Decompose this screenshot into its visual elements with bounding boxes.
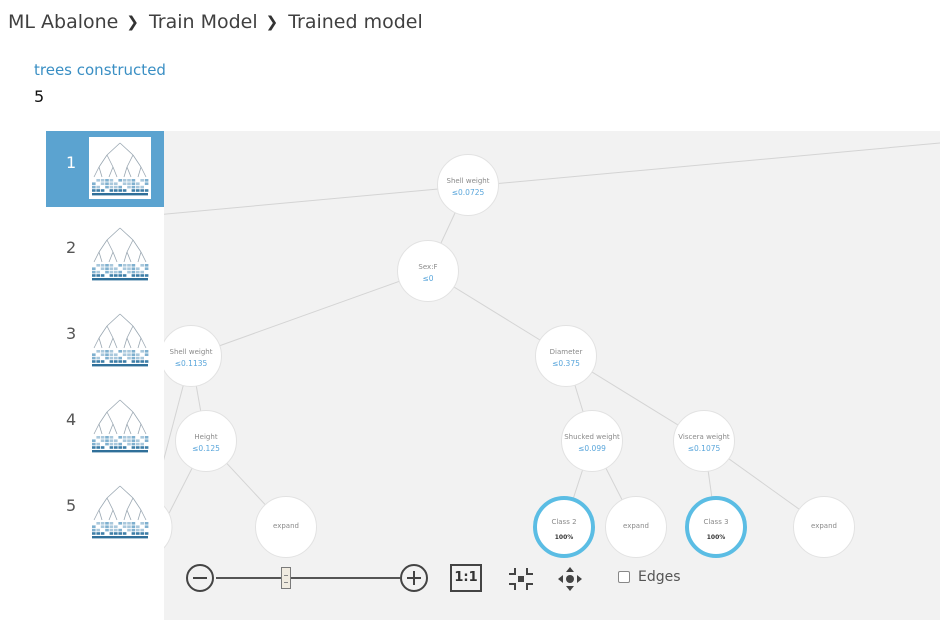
leaf-node-class-2[interactable]: Class 2 100% [533, 496, 595, 558]
tree-node[interactable]: Shell weight ≤0.0725 [437, 154, 499, 216]
tree-node[interactable]: Shell weight ≤0.1135 [160, 325, 222, 387]
edges-checkbox[interactable] [618, 571, 630, 583]
tree-number: 3 [66, 324, 77, 343]
zoom-in-icon[interactable] [400, 564, 428, 592]
tree-thumbnail-icon [89, 308, 151, 370]
trees-constructed-value: 5 [34, 87, 45, 106]
chevron-right-icon: ❯ [126, 13, 139, 31]
expand-node[interactable]: expand [605, 496, 667, 558]
tree-list-item[interactable]: 2 [46, 216, 164, 292]
tree-node[interactable]: Height ≤0.125 [175, 410, 237, 472]
pan-icon[interactable] [556, 565, 584, 593]
breadcrumb: ML Abalone ❯ Train Model ❯ Trained model [8, 11, 423, 33]
chevron-right-icon: ❯ [265, 13, 279, 31]
tree-number: 2 [66, 238, 77, 257]
expand-node[interactable]: expand [793, 496, 855, 558]
leaf-node-class-3[interactable]: Class 3 100% [685, 496, 747, 558]
tree-node[interactable]: Diameter ≤0.375 [535, 325, 597, 387]
actual-size-button[interactable]: 1:1 [450, 564, 482, 592]
tree-number: 5 [66, 496, 77, 515]
tree-node[interactable]: Viscera weight ≤0.1075 [673, 410, 735, 472]
expand-node[interactable]: expand [255, 496, 317, 558]
tree-list-item[interactable]: 1 [46, 131, 164, 207]
tree-thumbnail-icon [89, 394, 151, 456]
breadcrumb-item-ml-abalone[interactable]: ML Abalone [8, 11, 118, 33]
zoom-slider-thumb[interactable] [280, 567, 291, 589]
tree-number: 4 [66, 410, 77, 429]
tree-edge [190, 270, 429, 357]
tree-list-item[interactable]: 5 [46, 474, 164, 550]
fit-to-screen-icon[interactable] [507, 566, 535, 592]
zoom-slider[interactable] [216, 577, 400, 579]
tree-node[interactable]: Sex:F ≤0 [397, 240, 459, 302]
tree-viewer: Shell weight ≤0.0725 Sex:F ≤0 Shell weig… [46, 131, 940, 620]
trees-constructed-label: trees constructed [34, 61, 166, 79]
edges-label[interactable]: Edges [638, 569, 681, 585]
tree-thumbnail-icon [89, 137, 151, 199]
tree-list: 1 2 3 4 5 [46, 131, 164, 620]
tree-list-item[interactable]: 4 [46, 388, 164, 464]
breadcrumb-item-train-model[interactable]: Train Model [149, 11, 258, 33]
tree-thumbnail-icon [89, 222, 151, 284]
tree-number: 1 [66, 153, 77, 172]
tree-node[interactable]: Shucked weight ≤0.099 [561, 410, 623, 472]
tree-list-item[interactable]: 3 [46, 302, 164, 378]
breadcrumb-item-trained-model: Trained model [288, 11, 423, 33]
viewer-toolbar: 1:1 Edges [186, 562, 706, 596]
zoom-out-icon[interactable] [186, 564, 214, 592]
tree-thumbnail-icon [89, 480, 151, 542]
